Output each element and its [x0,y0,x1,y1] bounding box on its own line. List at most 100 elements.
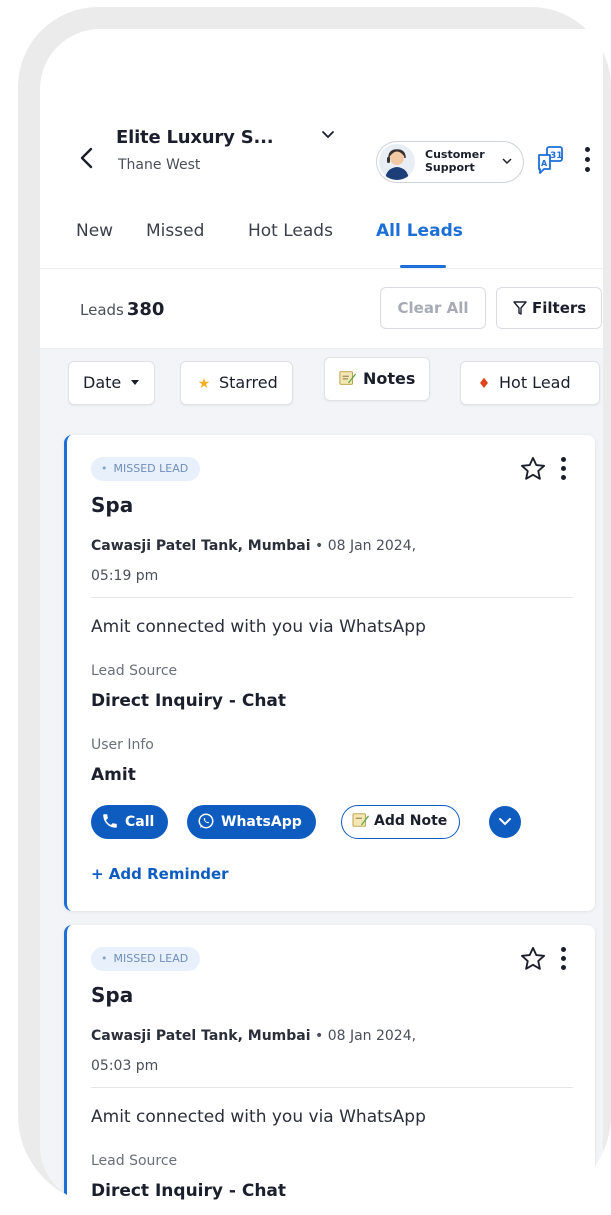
app-header: Elite Luxury S... Thane West Customer Su… [40,109,611,199]
expand-actions-button[interactable] [489,806,521,838]
call-label: Call [125,814,155,830]
chevron-down-icon [499,818,511,826]
support-label: Customer Support [425,148,485,174]
translate-icon: 31 A [538,146,563,174]
filters-button[interactable]: Filters [496,287,602,329]
star-outline-icon [520,946,546,970]
filter-icon [513,301,527,315]
leads-count-label: Leads 380 [80,299,164,320]
tab-hot-leads[interactable]: Hot Leads [248,221,333,241]
fire-icon: ♦ [477,376,491,392]
card-more-button[interactable] [559,947,567,975]
dot-icon [560,475,566,480]
chip-notes[interactable]: Notes [324,357,431,401]
lead-card[interactable]: MISSED LEAD Spa Cawasji Patel Tank, Mumb… [64,925,595,1205]
store-area: Thane West [118,157,201,173]
svg-text:A: A [541,159,548,168]
lead-location: Cawasji Patel Tank, Mumbai [91,1028,311,1044]
lead-source-label: Lead Source [91,1153,178,1169]
star-outline-icon [520,456,546,480]
dot-icon [560,466,566,471]
dot-icon [560,947,566,952]
chip-date-label: Date [83,373,122,392]
caret-down-icon [131,380,140,385]
whatsapp-icon [198,813,214,829]
dot-icon [560,956,566,961]
support-label-line2: Support [425,161,475,174]
chevron-down-icon [502,158,512,165]
header-more-button[interactable] [582,147,592,177]
lead-date: 08 Jan 2024, [327,1028,417,1044]
lead-actions: Call WhatsApp Add Note [91,805,551,841]
dot-icon [560,457,566,462]
chip-starred-label: Starred [219,373,278,392]
tab-all-leads[interactable]: All Leads [376,221,463,241]
lead-time: 05:19 pm [91,568,159,584]
tab-missed[interactable]: Missed [146,221,204,241]
lead-message: Amit connected with you via WhatsApp [91,1107,426,1127]
lead-source-value: Direct Inquiry - Chat [91,1181,287,1201]
lead-title: Spa [91,493,134,517]
notes-icon [339,371,357,385]
chip-date[interactable]: Date [68,361,156,405]
user-info-value: Amit [91,765,136,785]
chevron-down-icon [322,131,334,139]
separator: • [310,1028,328,1044]
dot-icon [584,167,590,172]
dot-icon [560,965,566,970]
whatsapp-label: WhatsApp [221,814,302,830]
whatsapp-button[interactable]: WhatsApp [187,805,316,839]
card-more-button[interactable] [559,457,567,485]
user-info-label: User Info [91,737,154,753]
chip-notes-label: Notes [363,369,416,388]
lead-title: Spa [91,983,134,1007]
lead-location-time: Cawasji Patel Tank, Mumbai • 08 Jan 2024… [91,531,511,591]
lead-date: 08 Jan 2024, [327,538,417,554]
back-button[interactable] [76,145,98,171]
add-reminder-link[interactable]: + Add Reminder [91,865,229,883]
divider [91,1087,573,1088]
chevron-left-icon [80,147,93,169]
svg-text:31: 31 [550,151,563,161]
chip-starred[interactable]: ★ Starred [180,361,293,405]
app-screen: Elite Luxury S... Thane West Customer Su… [40,29,611,1205]
chip-hot-lead-label: Hot Lead [499,373,571,392]
call-button[interactable]: Call [91,805,169,839]
support-label-line1: Customer [425,148,485,161]
leads-label-text: Leads [80,301,124,319]
store-name[interactable]: Elite Luxury S... [116,127,274,148]
support-agent-avatar [379,144,415,180]
phone-frame: Elite Luxury S... Thane West Customer Su… [18,7,611,1205]
missed-lead-badge: MISSED LEAD [91,457,201,481]
phone-icon [103,814,117,828]
notes-icon [352,813,369,827]
chip-hot-lead[interactable]: ♦ Hot Lead [460,361,600,405]
frame-edge [603,29,611,1205]
store-dropdown-button[interactable] [320,127,336,141]
star-button[interactable] [519,945,547,973]
clear-all-button[interactable]: Clear All [380,287,486,329]
star-icon: ★ [197,376,211,392]
add-note-button[interactable]: Add Note [341,805,461,839]
divider [91,597,573,598]
lead-location-time: Cawasji Patel Tank, Mumbai • 08 Jan 2024… [91,1021,511,1081]
lead-card[interactable]: MISSED LEAD Spa Cawasji Patel Tank, Mumb… [64,435,595,911]
tab-new[interactable]: New [76,221,113,241]
lead-message: Amit connected with you via WhatsApp [91,617,426,637]
lead-source-label: Lead Source [91,663,178,679]
lead-location: Cawasji Patel Tank, Mumbai [91,538,311,554]
dot-icon [584,147,590,152]
customer-support-button[interactable]: Customer Support [376,141,524,183]
dot-icon [584,157,590,162]
lead-source-value: Direct Inquiry - Chat [91,691,287,711]
missed-lead-badge: MISSED LEAD [91,947,201,971]
translate-button[interactable]: 31 A [535,145,565,175]
lead-time: 05:03 pm [91,1058,159,1074]
filters-label: Filters [532,299,587,317]
add-note-label: Add Note [374,813,448,829]
star-button[interactable] [519,455,547,483]
separator: • [310,538,328,554]
active-tab-indicator [400,265,446,268]
leads-count-row: Leads 380 Clear All Filters [40,269,611,349]
support-agent-icon [385,149,409,180]
